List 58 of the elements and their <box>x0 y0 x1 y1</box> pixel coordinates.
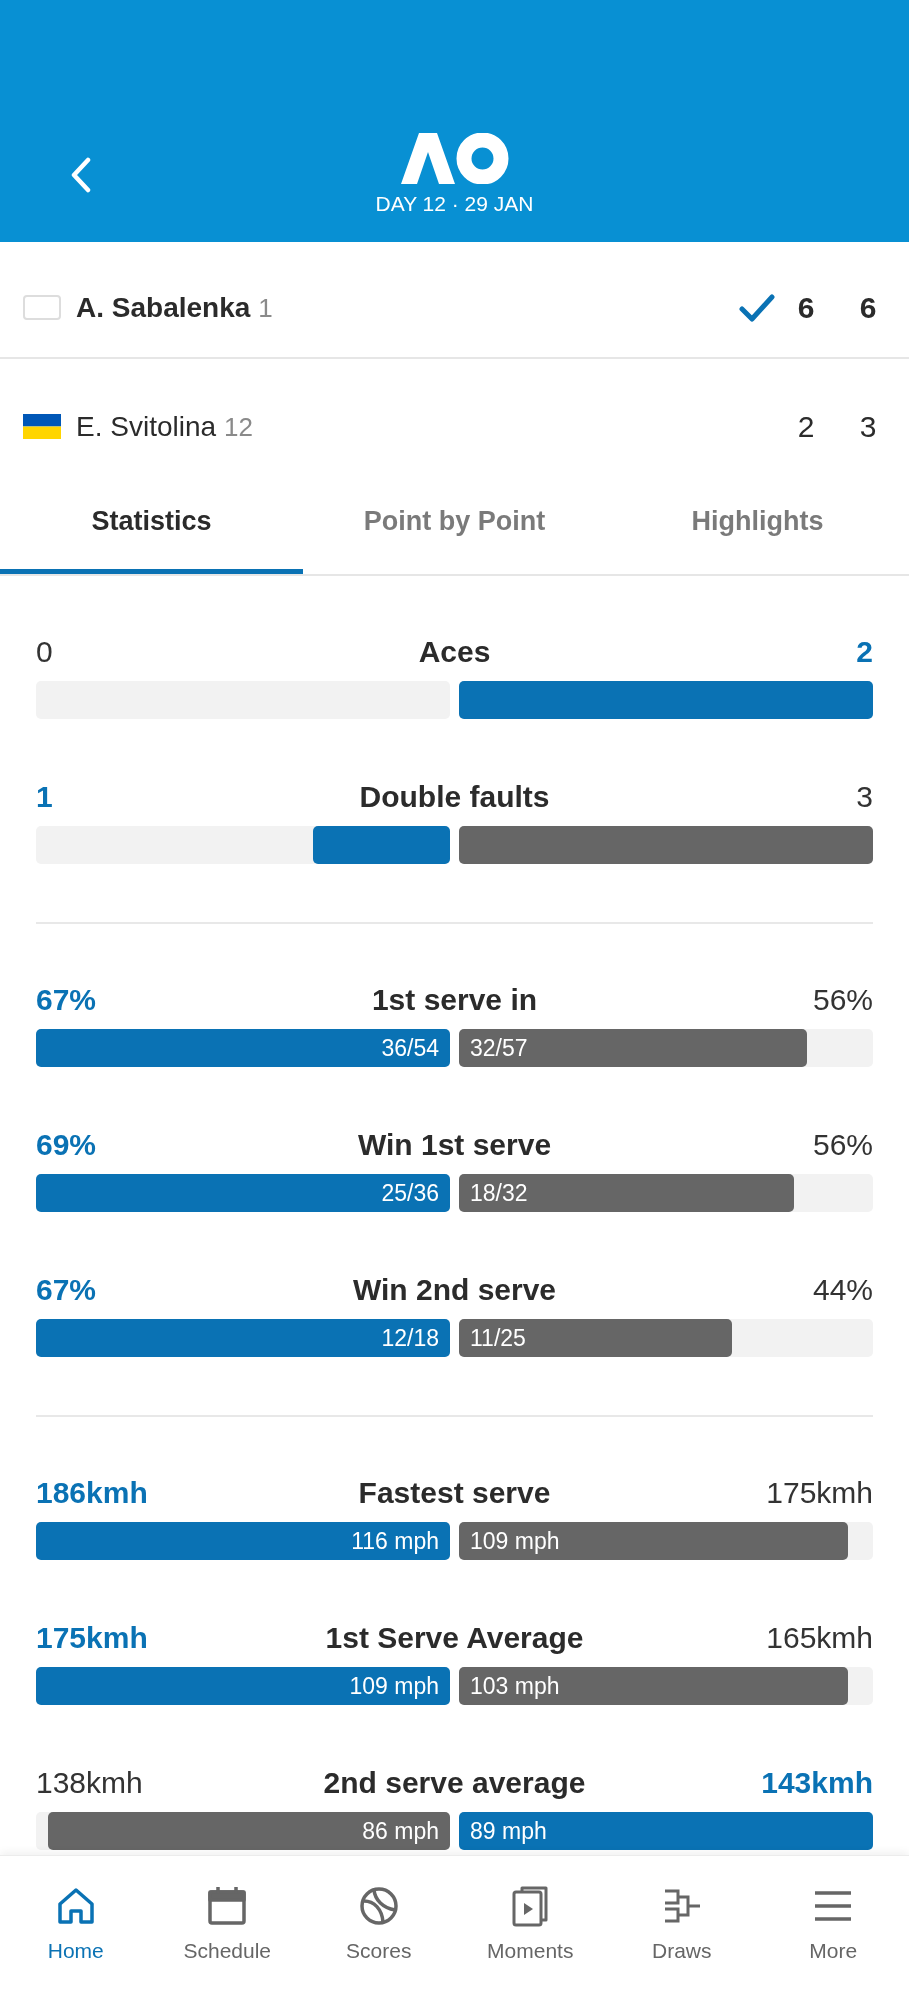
stat-label: 1st serve in <box>370 982 539 1018</box>
stat-value: 56% <box>812 1127 873 1163</box>
stat-label: Win 1st serve <box>356 1127 553 1163</box>
bar-value-text: 11/25 <box>470 1324 526 1352</box>
date-text: DAY 12 · 29 JAN <box>375 192 534 216</box>
stat-value: 138kmh <box>36 1765 143 1801</box>
bar-value-text: 86 mph <box>362 1817 439 1845</box>
stat-value: 69% <box>36 1127 97 1163</box>
stat-label: Fastest serve <box>357 1475 552 1511</box>
stat-label: Win 2nd serve <box>351 1272 558 1308</box>
bar-value-text: 109 mph <box>349 1672 439 1700</box>
stat-value: 44% <box>812 1272 873 1308</box>
player-name: E. Svitolina <box>76 409 217 444</box>
stat-value: 67% <box>36 1272 97 1308</box>
set-score: 6 <box>796 289 816 326</box>
stat-value: 3 <box>856 779 873 815</box>
stat-value: 186kmh <box>36 1475 148 1511</box>
set-score: 6 <box>858 289 878 326</box>
stat-value: 67% <box>36 982 97 1018</box>
bar-value-text: 116 mph <box>351 1527 439 1555</box>
logo-icon <box>400 133 509 184</box>
nav-tab[interactable]: Schedule <box>151 1884 303 1963</box>
tab[interactable]: Statistics <box>0 474 303 574</box>
flag-icon <box>23 414 61 439</box>
bar-value-text: 18/32 <box>470 1179 528 1207</box>
stat-value: 1 <box>36 779 53 815</box>
bar-value-text: 109 mph <box>470 1527 560 1555</box>
stat-label: 1st Serve Average <box>324 1620 585 1656</box>
bar-value-text: 103 mph <box>470 1672 560 1700</box>
stat-value: 0 <box>36 634 53 670</box>
nav-tab[interactable]: More <box>757 1884 909 1963</box>
bar-value-text: 25/36 <box>381 1179 439 1207</box>
player-seed: 1 <box>258 291 273 325</box>
stat-value: 175kmh <box>36 1620 148 1656</box>
player-seed: 12 <box>224 410 253 444</box>
player-name: A. Sabalenka <box>76 290 251 325</box>
stat-value: 143kmh <box>761 1765 873 1801</box>
nav-tab[interactable]: Draws <box>606 1884 758 1963</box>
set-score: 3 <box>858 408 878 445</box>
chevron-left-icon <box>70 156 92 193</box>
stat-value: 175kmh <box>766 1475 873 1511</box>
bar-value-text: 36/54 <box>381 1034 439 1062</box>
stat-label: Aces <box>417 634 492 670</box>
bar-value-text: 89 mph <box>470 1817 547 1845</box>
nav-tab[interactable]: Scores <box>303 1884 455 1963</box>
set-score: 2 <box>796 408 816 445</box>
stat-value: 2 <box>856 634 873 670</box>
nav-tab[interactable]: Moments <box>454 1884 606 1963</box>
stat-label: 2nd serve average <box>322 1765 587 1801</box>
tab[interactable]: Point by Point <box>303 474 606 574</box>
nav-tab[interactable]: Home <box>0 1884 152 1963</box>
stat-value: 165kmh <box>766 1620 873 1656</box>
bar-value-text: 12/18 <box>381 1324 439 1352</box>
blank-flag-icon <box>23 295 61 320</box>
tab[interactable]: Highlights <box>606 474 909 574</box>
stat-value: 56% <box>812 982 873 1018</box>
bar-value-text: 32/57 <box>470 1034 528 1062</box>
stat-label: Double faults <box>358 779 551 815</box>
